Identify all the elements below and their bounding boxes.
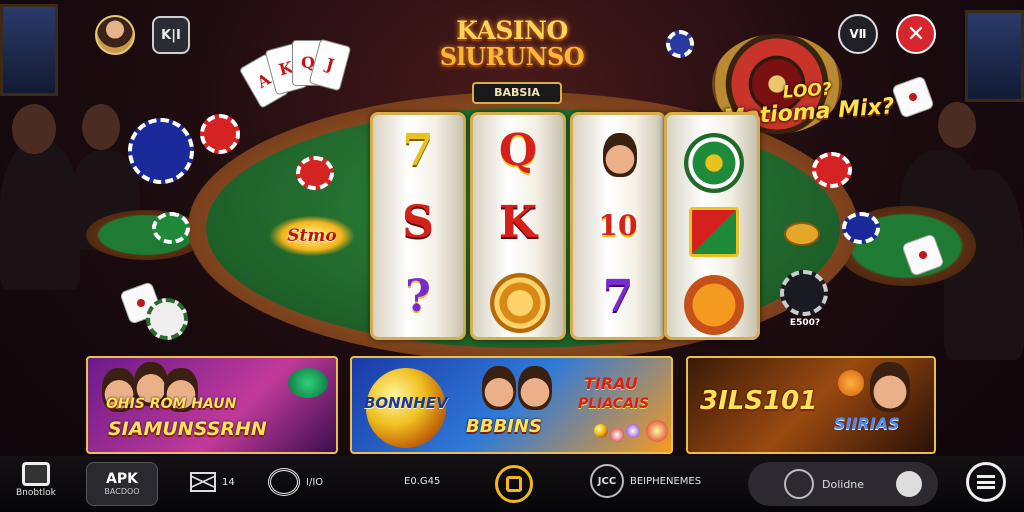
- reel-symbol-seven: 7: [402, 125, 434, 176]
- playing-cards-decoration: A K Q J: [238, 28, 352, 118]
- reel-symbol-green-chip: [684, 133, 744, 193]
- close-icon: ✕: [906, 21, 926, 47]
- banner-2-title-right-top: TIRAU: [584, 374, 638, 393]
- banner-2-title-center: BBBINS: [466, 416, 542, 437]
- treasure-gem-icon: [288, 368, 328, 398]
- grid-icon: [506, 476, 522, 492]
- rank-label: BEIPHENEMES: [630, 475, 702, 487]
- apk-download-button[interactable]: APK BACDOO: [86, 462, 158, 506]
- tools-icon: K|I: [161, 27, 181, 43]
- character-portrait: [870, 362, 910, 412]
- poker-chip-icon: [780, 270, 828, 316]
- character-portrait: [482, 366, 516, 410]
- background-patron-head: [12, 104, 56, 154]
- slot-reel-1[interactable]: 7 S ?: [370, 112, 466, 340]
- reel-symbol-orange-coin: [684, 275, 744, 335]
- banner-2-title-right-bottom: PLIACAIS: [578, 396, 650, 412]
- poker-chip-icon: [146, 298, 188, 340]
- game-banner-2[interactable]: BONNHEV BBBINS TIRAU PLIACAIS: [350, 356, 673, 454]
- reel-symbol-question: ?: [405, 271, 431, 322]
- background-tv-screen: [0, 4, 58, 96]
- banner-3-title-right: SIIRIAS: [834, 414, 900, 433]
- user-avatar[interactable]: [95, 15, 135, 55]
- logo-line-1: KASINO: [456, 16, 568, 45]
- game-banner-3[interactable]: 3ILS101 SIIRIAS: [686, 356, 936, 454]
- poker-chip-icon: [128, 118, 194, 184]
- poker-chip-icon: [666, 30, 694, 58]
- nav-home[interactable]: Bnobtlok: [16, 462, 56, 498]
- poker-chip-icon: [812, 152, 852, 188]
- nav-center-button[interactable]: [495, 465, 533, 503]
- home-screen-icon: [21, 462, 50, 486]
- gumball-icon: [594, 424, 608, 438]
- banner-1-title-top: OHIS ROM HAUN: [106, 396, 237, 412]
- support-pill[interactable]: Dolidne: [748, 462, 938, 506]
- logo-subtitle: BABSIA: [472, 82, 562, 104]
- balance-value: E0.G45: [404, 476, 441, 487]
- background-patron-head: [82, 104, 120, 150]
- close-button[interactable]: ✕: [896, 14, 936, 54]
- menu-button[interactable]: [966, 462, 1006, 502]
- background-patron: [0, 140, 80, 290]
- slot-reel-3[interactable]: 10 7: [570, 112, 666, 340]
- gumball-icon: [610, 428, 624, 442]
- reel-symbol-queen: Q: [498, 125, 538, 176]
- tools-button[interactable]: K|I: [152, 16, 190, 54]
- poker-chip-icon: [200, 114, 240, 154]
- reel-symbol-seven: 7: [602, 271, 634, 322]
- poker-chip-icon: [152, 212, 190, 244]
- gold-coin-icon: [784, 222, 820, 246]
- reel-symbol-coin: [490, 273, 550, 333]
- menu-list-icon: [977, 475, 995, 489]
- reel-symbol-character: [603, 133, 637, 177]
- game-logo: KASINO SlURUNSO: [432, 18, 592, 70]
- wifi-icon: [268, 468, 300, 496]
- mail-icon: [190, 472, 216, 492]
- info-button[interactable]: ⅤⅡ: [838, 14, 878, 54]
- fruit-icon: [838, 370, 864, 396]
- reel-symbol-leaf: [689, 207, 739, 257]
- game-banner-1[interactable]: OHIS ROM HAUN SIAMUNSSRHN: [86, 356, 338, 454]
- nav-home-label: Bnobtlok: [16, 488, 56, 498]
- info-icon: ⅤⅡ: [849, 27, 867, 41]
- live-label: I/IO: [306, 476, 324, 488]
- spin-badge-label: Stmo: [287, 226, 337, 246]
- nav-messages[interactable]: 14: [190, 472, 235, 492]
- banner-1-title-bottom: SIAMUNSSRHN: [108, 418, 267, 440]
- background-tv-screen: [965, 10, 1024, 102]
- poker-chip-icon: [842, 212, 880, 244]
- apk-sublabel: BACDOO: [104, 487, 140, 496]
- rank-badge-icon: JCC: [590, 464, 624, 498]
- slot-reel-2[interactable]: Q K: [470, 112, 566, 340]
- shield-icon: [784, 469, 814, 499]
- slot-reel-4[interactable]: [664, 112, 760, 340]
- nav-live[interactable]: I/IO: [268, 468, 323, 496]
- reel-symbol-ten: 10: [598, 209, 638, 242]
- nav-balance[interactable]: E0.G45: [404, 476, 440, 487]
- poker-chip-icon: [296, 156, 334, 190]
- apk-label: APK: [106, 471, 138, 487]
- chip-value-label: E500?: [789, 318, 821, 328]
- background-patron-head: [938, 102, 976, 148]
- mail-count: 14: [222, 476, 235, 488]
- rank-badge-label: JCC: [597, 475, 617, 487]
- reel-symbol-king: K: [498, 197, 538, 248]
- banner-3-title-left: 3ILS101: [700, 386, 818, 416]
- banner-2-title-left: BONNHEV: [364, 394, 448, 412]
- horse-icon: [896, 471, 923, 497]
- reel-symbol-s: S: [402, 197, 434, 248]
- support-label: Dolidne: [822, 477, 865, 491]
- gumball-icon: [646, 420, 668, 442]
- logo-line-2: SlURUNSO: [439, 42, 585, 71]
- gumball-icon: [626, 424, 640, 438]
- spin-badge[interactable]: Stmo: [270, 216, 354, 256]
- character-portrait: [518, 366, 552, 410]
- nav-rank[interactable]: JCC BEIPHENEMES: [590, 464, 701, 498]
